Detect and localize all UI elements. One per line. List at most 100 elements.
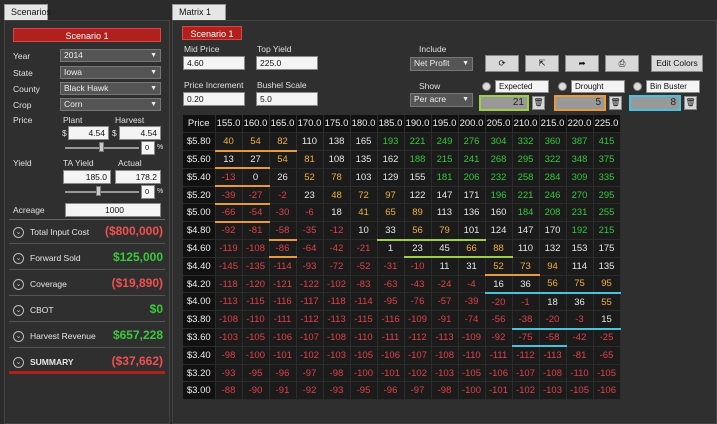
matrix-cell[interactable]: -81 xyxy=(566,346,594,365)
matrix-cell[interactable]: -65 xyxy=(593,346,621,365)
yield-slider[interactable] xyxy=(65,191,139,193)
matrix-cell[interactable]: 276 xyxy=(458,132,486,152)
show-select[interactable]: Per acre ▼ xyxy=(410,93,473,107)
matrix-cell[interactable]: -114 xyxy=(269,257,297,276)
matrix-cell[interactable]: 193 xyxy=(377,132,405,152)
matrix-cell[interactable]: -76 xyxy=(404,292,432,312)
matrix-cell[interactable]: 232 xyxy=(485,168,513,187)
matrix-cell[interactable]: -54 xyxy=(242,203,270,223)
matrix-cell[interactable]: -111 xyxy=(377,328,405,347)
matrix-cell[interactable]: -120 xyxy=(242,275,270,294)
binbuster-radio[interactable] xyxy=(633,82,642,91)
matrix-cell[interactable]: -113 xyxy=(539,346,567,365)
matrix-cell[interactable]: 258 xyxy=(512,168,540,187)
matrix-cell[interactable]: -12 xyxy=(323,221,351,241)
matrix-cell[interactable]: 36 xyxy=(566,292,594,312)
matrix-cell[interactable]: -66 xyxy=(215,203,243,223)
matrix-cell[interactable]: -39 xyxy=(458,292,486,312)
matrix-cell[interactable]: -122 xyxy=(296,275,324,294)
matrix-cell[interactable]: -93 xyxy=(323,381,351,401)
matrix-cell[interactable]: -1 xyxy=(512,292,540,312)
matrix-cell[interactable]: -105 xyxy=(566,381,594,401)
matrix-cell[interactable]: -64 xyxy=(296,239,324,258)
matrix-cell[interactable]: -74 xyxy=(458,310,486,330)
matrix-cell[interactable]: -88 xyxy=(215,381,243,401)
matrix-cell[interactable]: 31 xyxy=(458,257,486,276)
matrix-cell[interactable]: 66 xyxy=(458,239,486,259)
matrix-cell[interactable]: -107 xyxy=(296,328,324,347)
matrix-cell[interactable]: -42 xyxy=(323,239,351,258)
matrix-cell[interactable]: -20 xyxy=(485,292,513,312)
matrix-cell[interactable]: -108 xyxy=(431,346,459,365)
matrix-cell[interactable]: 160 xyxy=(485,203,513,223)
matrix-cell[interactable]: 136 xyxy=(458,203,486,223)
matrix-cell[interactable]: -4 xyxy=(458,275,486,294)
actual-yield-field[interactable]: 178.2 xyxy=(115,170,161,184)
summary-row-forward-sold[interactable]: ⌄ Forward Sold $125,000 xyxy=(9,248,165,270)
matrix-cell[interactable]: -106 xyxy=(593,381,621,401)
matrix-cell[interactable]: 129 xyxy=(377,168,405,187)
matrix-cell[interactable]: 54 xyxy=(242,132,270,152)
matrix-cell[interactable]: 54 xyxy=(269,150,297,169)
matrix-cell[interactable]: 153 xyxy=(566,239,594,258)
matrix-cell[interactable]: 335 xyxy=(593,168,621,187)
matrix-cell[interactable]: -106 xyxy=(269,328,297,347)
matrix-cell[interactable]: 33 xyxy=(377,221,405,241)
matrix-cell[interactable]: -110 xyxy=(458,346,486,365)
matrix-cell[interactable]: -98 xyxy=(323,364,351,383)
matrix-cell[interactable]: 16 xyxy=(485,275,513,294)
matrix-cell[interactable]: 162 xyxy=(377,150,405,169)
matrix-cell[interactable]: 103 xyxy=(350,168,378,187)
bushel-scale-field[interactable]: 5.0 xyxy=(256,92,318,106)
matrix-cell[interactable]: 171 xyxy=(458,186,486,205)
expand-icon[interactable]: ⌄ xyxy=(13,357,24,368)
matrix-cell[interactable]: -91 xyxy=(431,310,459,330)
matrix-cell[interactable]: -52 xyxy=(350,257,378,276)
matrix-cell[interactable]: 241 xyxy=(458,150,486,169)
matrix-cell[interactable]: -100 xyxy=(458,381,486,401)
matrix-cell[interactable]: -114 xyxy=(350,292,378,312)
matrix-cell[interactable]: 56 xyxy=(404,221,432,241)
matrix-cell[interactable]: -101 xyxy=(485,381,513,401)
matrix-cell[interactable]: -13 xyxy=(215,168,243,188)
matrix-cell[interactable]: -95 xyxy=(377,292,405,312)
matrix-cell[interactable]: -110 xyxy=(350,328,378,347)
forward-button[interactable]: ➦ xyxy=(565,55,599,72)
matrix-cell[interactable]: -112 xyxy=(296,310,324,330)
matrix-cell[interactable]: 249 xyxy=(431,132,459,152)
matrix-cell[interactable]: -3 xyxy=(566,310,594,330)
tab-scenarios[interactable]: Scenarios xyxy=(4,4,51,20)
mid-price-field[interactable]: 4.60 xyxy=(183,56,245,70)
report-button[interactable]: ⎙ xyxy=(605,55,639,72)
binbuster-value-field[interactable]: 8 xyxy=(629,95,681,111)
trash-icon[interactable]: 🗑 xyxy=(609,96,622,110)
matrix-cell[interactable]: -110 xyxy=(566,364,594,383)
matrix-cell[interactable]: 231 xyxy=(566,203,594,223)
matrix-cell[interactable]: 375 xyxy=(593,150,621,169)
matrix-cell[interactable]: 215 xyxy=(431,150,459,169)
scenario-title[interactable]: Scenario 1 xyxy=(13,28,161,42)
matrix-cell[interactable]: -110 xyxy=(242,310,270,330)
matrix-cell[interactable]: 79 xyxy=(431,221,459,241)
matrix-cell[interactable]: 36 xyxy=(512,275,540,294)
matrix-cell[interactable]: 387 xyxy=(566,132,594,152)
matrix-cell[interactable]: 78 xyxy=(323,168,351,187)
matrix-cell[interactable]: 122 xyxy=(404,186,432,205)
matrix-cell[interactable]: -21 xyxy=(350,239,378,258)
matrix-cell[interactable]: 10 xyxy=(350,221,378,241)
matrix-cell[interactable]: 415 xyxy=(593,132,621,152)
matrix-cell[interactable]: -107 xyxy=(404,346,432,365)
matrix-cell[interactable]: -103 xyxy=(539,381,567,401)
matrix-cell[interactable]: 52 xyxy=(296,168,324,187)
matrix-cell[interactable]: -103 xyxy=(323,346,351,365)
matrix-cell[interactable]: -105 xyxy=(242,328,270,347)
matrix-cell[interactable]: 95 xyxy=(593,275,621,294)
trash-icon[interactable]: 🗑 xyxy=(532,96,545,110)
matrix-cell[interactable]: 110 xyxy=(296,132,324,152)
matrix-cell[interactable]: -63 xyxy=(377,275,405,294)
matrix-cell[interactable]: -39 xyxy=(215,186,243,205)
matrix-cell[interactable]: -92 xyxy=(215,221,243,241)
matrix-cell[interactable]: 89 xyxy=(404,203,432,223)
matrix-cell[interactable]: -100 xyxy=(350,364,378,383)
drought-label-field[interactable]: Drought xyxy=(571,80,625,93)
